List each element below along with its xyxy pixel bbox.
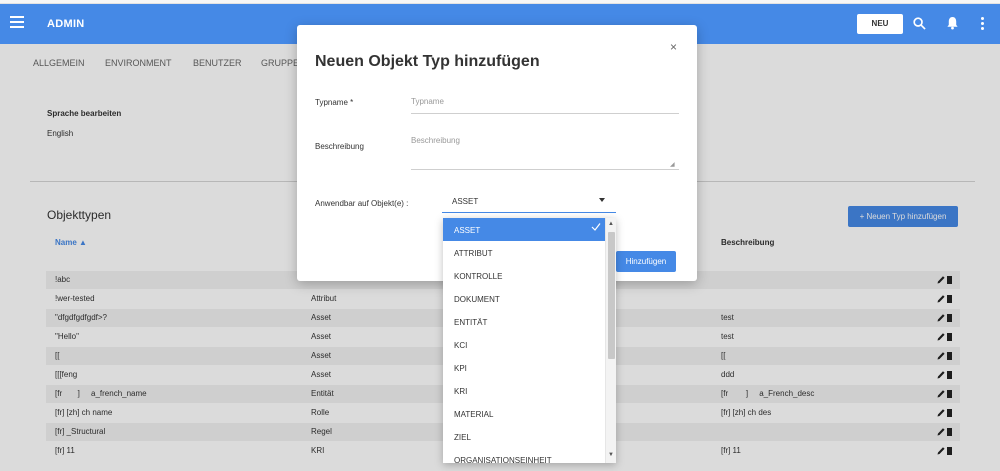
close-icon[interactable]: × bbox=[670, 40, 677, 54]
resize-handle-icon[interactable]: ◢ bbox=[670, 161, 675, 168]
dropdown-option[interactable]: ATTRIBUT bbox=[443, 241, 605, 264]
more-vert-icon[interactable] bbox=[981, 17, 985, 31]
dropdown-option[interactable]: ASSET bbox=[443, 218, 605, 241]
dropdown-option-label: ASSET bbox=[454, 226, 481, 235]
dropdown-option[interactable]: ZIEL bbox=[443, 425, 605, 448]
dropdown-option-label: ORGANISATIONSEINHEIT bbox=[454, 456, 552, 463]
description-label: Beschreibung bbox=[315, 142, 364, 151]
search-icon[interactable] bbox=[913, 17, 926, 30]
submit-button[interactable]: Hinzufügen bbox=[616, 251, 676, 272]
dropdown-option[interactable]: ORGANISATIONSEINHEIT bbox=[443, 448, 605, 463]
dropdown-option-label: DOKUMENT bbox=[454, 295, 500, 304]
dialog-title: Neuen Objekt Typ hinzufügen bbox=[315, 53, 540, 70]
dropdown-option-label: KRI bbox=[454, 387, 468, 396]
dropdown-option-label: ENTITÄT bbox=[454, 318, 488, 327]
scroll-up-icon[interactable]: ▲ bbox=[608, 221, 614, 227]
dropdown-scrollbar[interactable]: ▲ ▼ bbox=[605, 218, 616, 463]
dropdown-option[interactable]: DOKUMENT bbox=[443, 287, 605, 310]
caret-down-icon bbox=[599, 198, 605, 202]
menu-icon[interactable] bbox=[10, 16, 24, 28]
applicable-select-value: ASSET bbox=[452, 197, 479, 206]
dropdown-option[interactable]: KONTROLLE bbox=[443, 264, 605, 287]
dropdown-option[interactable]: KCI bbox=[443, 333, 605, 356]
dropdown-option-label: ATTRIBUT bbox=[454, 249, 493, 258]
typname-label: Typname * bbox=[315, 98, 354, 107]
dropdown-option-label: ZIEL bbox=[454, 433, 471, 442]
dropdown-option[interactable]: KPI bbox=[443, 356, 605, 379]
description-placeholder: Beschreibung bbox=[411, 136, 460, 145]
new-button[interactable]: NEU bbox=[857, 14, 903, 34]
typname-placeholder: Typname bbox=[411, 97, 444, 106]
applicable-label: Anwendbar auf Objekt(e) : bbox=[315, 199, 409, 208]
dropdown-option-label: KONTROLLE bbox=[454, 272, 503, 281]
scroll-thumb[interactable] bbox=[608, 232, 615, 359]
check-icon bbox=[591, 223, 601, 231]
description-textarea[interactable]: Beschreibung bbox=[411, 136, 679, 170]
dropdown-option-label: MATERIAL bbox=[454, 410, 494, 419]
applicable-dropdown-list: ASSET ATTRIBUT KONTROLLE DOKUMENT ENTITÄT KCI… bbox=[443, 218, 616, 463]
dropdown-option[interactable]: KRI bbox=[443, 379, 605, 402]
typname-input[interactable]: Typname bbox=[411, 97, 679, 114]
applicable-select[interactable]: ASSET bbox=[442, 191, 616, 213]
bell-icon[interactable] bbox=[946, 16, 959, 30]
dropdown-option-label: KPI bbox=[454, 364, 467, 373]
dropdown-option[interactable]: MATERIAL bbox=[443, 402, 605, 425]
scroll-down-icon[interactable]: ▼ bbox=[608, 452, 614, 458]
dropdown-option[interactable]: ENTITÄT bbox=[443, 310, 605, 333]
dropdown-option-label: KCI bbox=[454, 341, 468, 350]
app-title: ADMIN bbox=[47, 18, 85, 30]
